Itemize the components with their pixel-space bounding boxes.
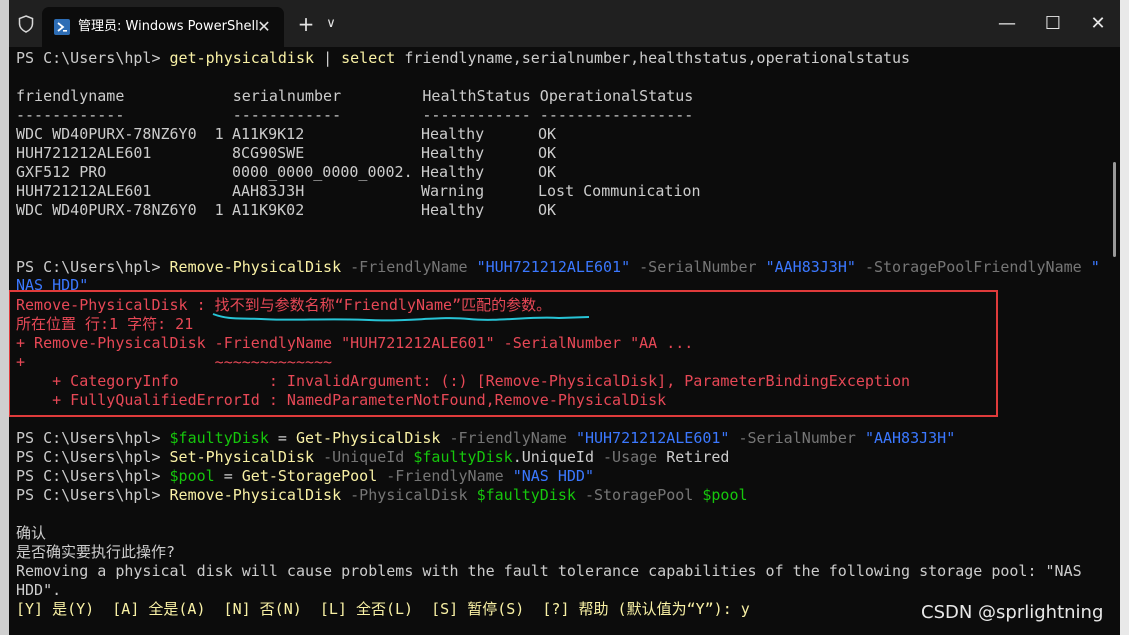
table-row: WDC WD40PURX-78NZ6Y0 1 A11K9K02 Healthy OK	[16, 201, 557, 219]
tab-powershell[interactable]: 管理员: Windows PowerShell ✕	[42, 7, 284, 47]
confirm-message-wrap: HDD".	[16, 581, 62, 599]
tab-title: 管理员: Windows PowerShell	[78, 19, 259, 34]
powershell-window: 管理员: Windows PowerShell ✕ + ∨ — ☐ ✕ PS C…	[9, 0, 1120, 635]
title-bar: 管理员: Windows PowerShell ✕ + ∨ — ☐ ✕	[9, 0, 1120, 47]
table-row: HUH721212ALE601 AAH83J3H Warning Lost Commu…	[16, 182, 701, 200]
table-row: HUH721212ALE601 8CG90SWE Healthy OK	[16, 144, 557, 162]
confirm-question: 是否确实要执行此操作?	[16, 543, 176, 561]
command-line: PS C:\Users\hpl> $faultyDisk = Get-Physi…	[16, 429, 956, 447]
scrollbar[interactable]	[1113, 162, 1116, 257]
error-marker-line: + ~~~~~~~~~~~~~	[16, 353, 333, 371]
confirm-message: Removing a physical disk will cause prob…	[16, 562, 1082, 580]
command-line: PS C:\Users\hpl> $pool = Get-StoragePool…	[16, 467, 594, 485]
command-line: PS C:\Users\hpl> Remove-PhysicalDisk -Fr…	[16, 258, 1100, 276]
table-divider: ------------ ------------ ------------ -…	[16, 106, 694, 124]
error-category-info: + CategoryInfo : InvalidArgument: (:) [R…	[16, 372, 911, 390]
table-row: WDC WD40PURX-78NZ6Y0 1 A11K9K12 Healthy OK	[16, 125, 557, 143]
watermark: CSDN @sprlightning	[921, 602, 1104, 623]
maximize-button[interactable]: ☐	[1030, 10, 1076, 38]
error-qualified-id: + FullyQualifiedErrorId : NamedParameter…	[16, 391, 667, 409]
admin-shield-icon	[18, 15, 34, 33]
powershell-icon	[54, 19, 70, 35]
minimize-button[interactable]: —	[984, 10, 1030, 38]
desktop-background-right	[1120, 0, 1129, 635]
command-line: PS C:\Users\hpl> get-physicaldisk | sele…	[16, 49, 911, 67]
table-header: friendlyname serialnumber HealthStatus O…	[16, 87, 694, 105]
close-button[interactable]: ✕	[1076, 10, 1120, 38]
tab-close-icon[interactable]: ✕	[252, 15, 276, 39]
annotation-underline	[212, 313, 590, 322]
confirm-title: 确认	[16, 524, 47, 542]
chevron-down-icon[interactable]: ∨	[317, 10, 345, 38]
desktop-background-left	[0, 0, 9, 635]
confirm-options[interactable]: [Y] 是(Y) [A] 全是(A) [N] 否(N) [L] 全否(L) [S…	[16, 600, 750, 619]
command-line: PS C:\Users\hpl> Set-PhysicalDisk -Uniqu…	[16, 448, 730, 466]
error-position: 所在位置 行:1 字符: 21	[16, 315, 194, 333]
command-line-wrap: NAS HDD"	[16, 276, 89, 290]
table-row: GXF512 PRO 0000_0000_0000_0002. Healthy OK	[16, 163, 557, 181]
command-line: PS C:\Users\hpl> Remove-PhysicalDisk -Ph…	[16, 486, 748, 504]
error-source-line: + Remove-PhysicalDisk -FriendlyName "HUH…	[16, 334, 694, 352]
